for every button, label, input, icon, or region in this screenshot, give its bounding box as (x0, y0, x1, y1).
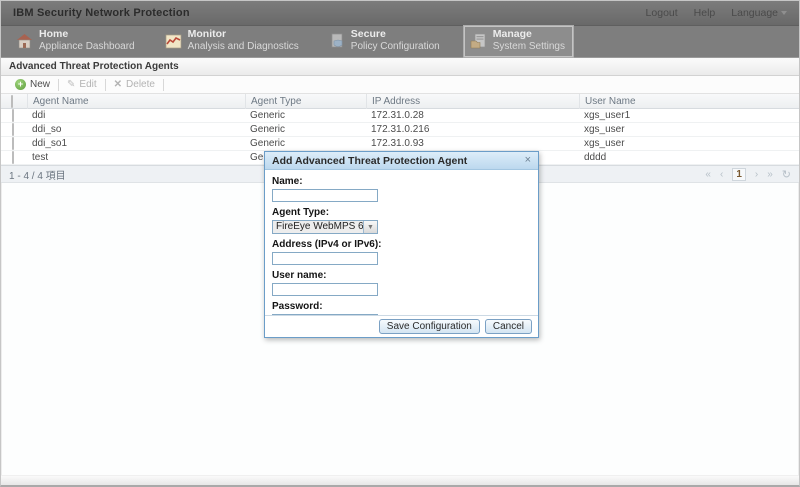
cell-user-name: xgs_user (579, 137, 799, 151)
table-row[interactable]: ddi_so1 Generic 172.31.0.93 xgs_user (1, 137, 799, 151)
cell-user-name: xgs_user1 (579, 109, 799, 123)
add-icon: + (15, 79, 26, 90)
new-button-label: New (30, 79, 50, 90)
table-header-row: Agent Name Agent Type IP Address User Na… (1, 94, 799, 109)
agent-type-label: Agent Type: (272, 207, 531, 218)
current-page-number: 1 (732, 168, 746, 181)
top-title-bar: IBM Security Network Protection Logout H… (1, 1, 799, 26)
cell-agent-type: Generic (245, 137, 366, 151)
edit-button[interactable]: ✎ Edit (59, 78, 105, 92)
manage-settings-icon (470, 33, 487, 49)
row-checkbox[interactable] (12, 109, 14, 122)
dialog-title: Add Advanced Threat Protection Agent (272, 155, 467, 167)
cell-ip-address: 172.31.0.93 (366, 137, 579, 151)
tab-subtitle: Appliance Dashboard (39, 41, 135, 54)
main-nav: Home Appliance Dashboard Monitor Analysi… (1, 26, 799, 58)
tab-title: Secure (351, 28, 440, 41)
column-header-agent-type[interactable]: Agent Type (245, 94, 366, 109)
add-agent-dialog: Add Advanced Threat Protection Agent × N… (264, 151, 539, 338)
cell-agent-name: ddi (27, 109, 245, 123)
tab-home[interactable]: Home Appliance Dashboard (9, 25, 144, 58)
chevron-down-icon (781, 11, 787, 15)
logout-link[interactable]: Logout (646, 7, 678, 19)
next-page-icon[interactable]: › (755, 169, 758, 180)
tab-title: Home (39, 28, 135, 41)
secure-shield-icon (329, 33, 345, 49)
edit-button-label: Edit (79, 79, 96, 90)
cell-agent-name: ddi_so1 (27, 137, 245, 151)
refresh-icon[interactable]: ↻ (782, 168, 791, 181)
monitor-chart-icon (165, 34, 182, 49)
cell-ip-address: 172.31.0.28 (366, 109, 579, 123)
dialog-footer: Save Configuration Cancel (265, 315, 538, 337)
delete-button[interactable]: ✕ Delete (106, 78, 163, 92)
select-all-checkbox[interactable] (11, 95, 13, 108)
toolbar-divider (163, 79, 164, 91)
row-checkbox[interactable] (12, 151, 14, 164)
language-label: Language (731, 7, 778, 19)
new-button[interactable]: + New (7, 78, 58, 92)
name-field[interactable] (272, 189, 378, 202)
tab-subtitle: Analysis and Diagnostics (188, 41, 299, 54)
address-label: Address (IPv4 or IPv6): (272, 239, 531, 250)
cell-user-name: xgs_user (579, 123, 799, 137)
cancel-button[interactable]: Cancel (485, 319, 532, 334)
edit-icon: ✎ (67, 79, 75, 90)
tab-title: Monitor (188, 28, 299, 41)
section-header: Advanced Threat Protection Agents (1, 58, 799, 76)
tab-secure[interactable]: Secure Policy Configuration (322, 25, 449, 58)
cell-agent-name: ddi_so (27, 123, 245, 137)
row-checkbox[interactable] (12, 123, 14, 136)
tab-monitor[interactable]: Monitor Analysis and Diagnostics (158, 25, 308, 58)
save-configuration-button[interactable]: Save Configuration (379, 319, 480, 334)
table-row[interactable]: ddi_so Generic 172.31.0.216 xgs_user (1, 123, 799, 137)
tab-subtitle: Policy Configuration (351, 41, 440, 54)
tab-title: Manage (493, 28, 565, 41)
username-field[interactable] (272, 283, 378, 296)
column-header-agent-name[interactable]: Agent Name (27, 94, 245, 109)
column-header-ip-address[interactable]: IP Address (366, 94, 579, 109)
cell-agent-name: test (27, 151, 245, 165)
cell-user-name: dddd (579, 151, 799, 165)
cell-agent-type: Generic (245, 123, 366, 137)
app-window: IBM Security Network Protection Logout H… (0, 0, 800, 487)
last-page-icon[interactable]: » (767, 169, 773, 180)
app-title: IBM Security Network Protection (13, 7, 190, 19)
home-icon (16, 33, 33, 49)
agent-type-selected-value: FireEye WebMPS 6.2 (273, 221, 363, 233)
row-checkbox[interactable] (12, 137, 14, 150)
password-label: Password: (272, 301, 531, 312)
first-page-icon[interactable]: « (705, 169, 711, 180)
agent-type-select[interactable]: FireEye WebMPS 6.2 ▼ (272, 220, 378, 234)
dialog-body: Name: Agent Type: FireEye WebMPS 6.2 ▼ A… (265, 170, 538, 327)
dialog-title-bar: Add Advanced Threat Protection Agent × (265, 152, 538, 170)
close-icon[interactable]: × (525, 155, 531, 166)
table-row[interactable]: ddi Generic 172.31.0.28 xgs_user1 (1, 109, 799, 123)
delete-button-label: Delete (126, 79, 155, 90)
prev-page-icon[interactable]: ‹ (720, 169, 723, 180)
language-menu[interactable]: Language (731, 7, 787, 19)
tab-subtitle: System Settings (493, 41, 565, 54)
address-field[interactable] (272, 252, 378, 265)
help-link[interactable]: Help (694, 7, 716, 19)
chevron-down-icon[interactable]: ▼ (363, 221, 377, 233)
delete-icon: ✕ (114, 79, 122, 90)
tab-manage[interactable]: Manage System Settings (463, 25, 574, 58)
agents-toolbar: + New ✎ Edit ✕ Delete (1, 76, 799, 94)
page-title: Advanced Threat Protection Agents (9, 61, 179, 72)
name-label: Name: (272, 176, 531, 187)
footer-bar (1, 475, 799, 487)
username-label: User name: (272, 270, 531, 281)
column-header-user-name[interactable]: User Name (579, 94, 799, 109)
pagination-range-label: 1 - 4 / 4 項目 (9, 167, 66, 182)
cell-agent-type: Generic (245, 109, 366, 123)
cell-ip-address: 172.31.0.216 (366, 123, 579, 137)
